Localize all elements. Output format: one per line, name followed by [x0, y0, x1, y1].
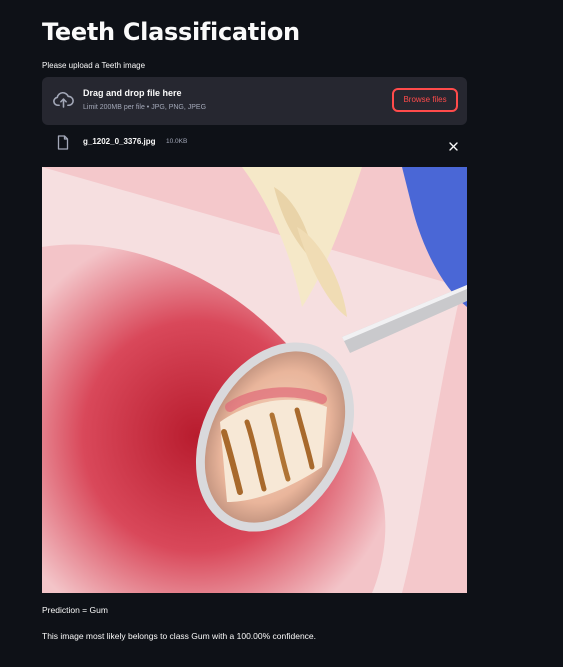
- close-icon[interactable]: [449, 138, 458, 151]
- drop-title: Drag and drop file here: [83, 88, 182, 98]
- cloud-upload-icon: [53, 91, 74, 109]
- drop-limit-text: Limit 200MB per file • JPG, PNG, JPEG: [83, 104, 207, 111]
- prediction-text: Prediction = Gum: [42, 605, 108, 615]
- uploaded-teeth-image: [42, 167, 467, 593]
- upload-label: Please upload a Teeth image: [42, 61, 146, 70]
- file-icon: [57, 135, 69, 150]
- page-title: Teeth Classification: [42, 18, 300, 46]
- file-size: 10.0KB: [166, 138, 188, 145]
- uploaded-file-row: g_1202_0_3376.jpg 10.0KB: [42, 133, 467, 153]
- app-root: Teeth Classification Please upload a Tee…: [0, 0, 563, 667]
- confidence-message: This image most likely belongs to class …: [42, 631, 317, 641]
- file-dropzone[interactable]: Drag and drop file here Limit 200MB per …: [42, 77, 467, 125]
- file-name: g_1202_0_3376.jpg: [83, 137, 156, 146]
- browse-files-button[interactable]: Browse files: [392, 88, 458, 112]
